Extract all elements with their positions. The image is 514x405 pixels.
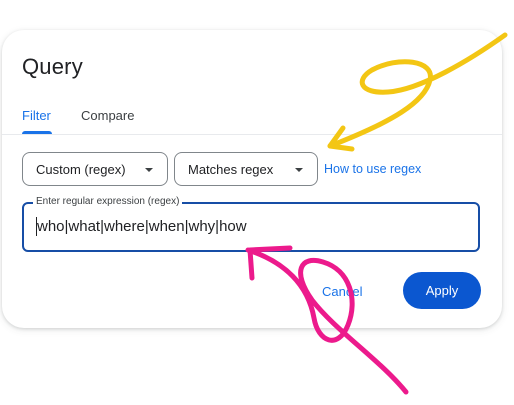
match-type-value: Custom (regex)	[36, 161, 126, 177]
match-type-dropdown[interactable]: Custom (regex)	[22, 152, 168, 186]
dropdown-arrow-icon	[145, 168, 153, 172]
tabs-divider	[2, 134, 502, 135]
tab-compare[interactable]: Compare	[81, 108, 134, 123]
screenshot-stage: Query Filter Compare Custom (regex) Matc…	[0, 0, 514, 405]
apply-button[interactable]: Apply	[403, 272, 481, 309]
how-to-use-regex-link[interactable]: How to use regex	[324, 162, 421, 176]
operator-dropdown[interactable]: Matches regex	[174, 152, 318, 186]
tab-filter[interactable]: Filter	[22, 108, 51, 123]
dropdown-arrow-icon	[295, 168, 303, 172]
regex-input-label: Enter regular expression (regex)	[33, 196, 183, 208]
operator-value: Matches regex	[188, 161, 274, 177]
cancel-button[interactable]: Cancel	[322, 284, 362, 299]
regex-input[interactable]: Enter regular expression (regex) who|wha…	[22, 196, 480, 252]
query-dialog: Query Filter Compare Custom (regex) Matc…	[2, 30, 502, 328]
regex-input-value[interactable]: who|what|where|when|why|how	[37, 218, 247, 235]
dialog-title: Query	[22, 54, 83, 79]
